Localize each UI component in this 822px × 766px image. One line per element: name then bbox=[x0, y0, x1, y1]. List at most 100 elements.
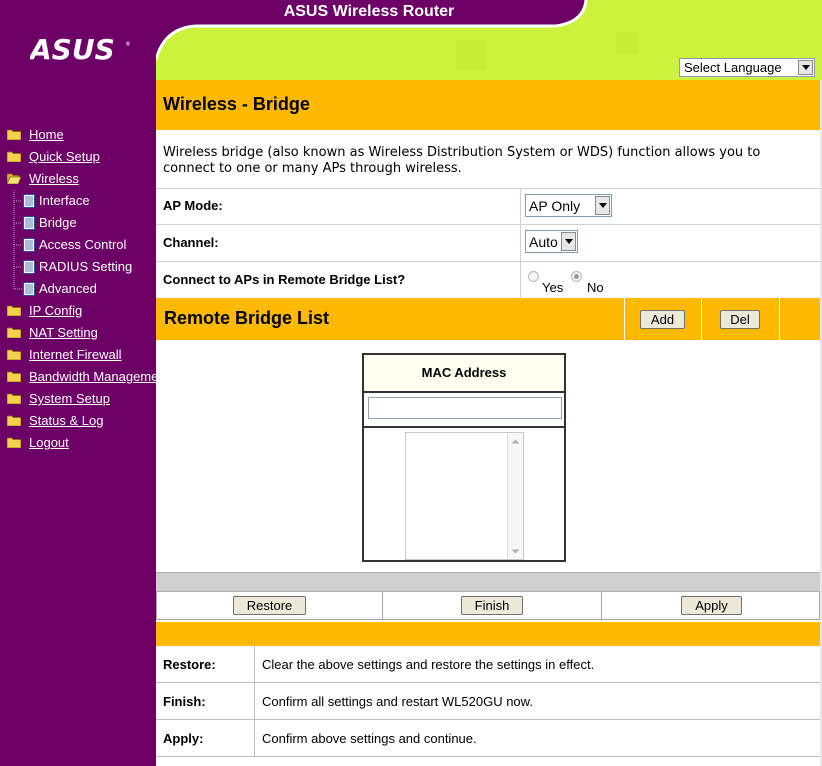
page-description: Wireless bridge (also known as Wireless … bbox=[156, 130, 820, 189]
sidebar-item-label[interactable]: Interface bbox=[39, 193, 90, 208]
chevron-down-icon[interactable] bbox=[595, 196, 610, 215]
page-icon bbox=[23, 282, 35, 296]
sidebar-item-logout[interactable]: Logout bbox=[0, 432, 156, 454]
apply-button[interactable]: Apply bbox=[681, 596, 742, 615]
sidebar-item-label[interactable]: Bandwidth Management bbox=[29, 369, 156, 384]
restore-button[interactable]: Restore bbox=[233, 596, 306, 615]
row-divider bbox=[520, 225, 521, 261]
nav-menu: Home Quick Setup Wireless Interface Brid… bbox=[0, 124, 156, 454]
sidebar-item-status-log[interactable]: Status & Log bbox=[0, 410, 156, 432]
folder-icon bbox=[7, 151, 21, 162]
sidebar-item-advanced[interactable]: Advanced bbox=[0, 278, 156, 300]
page-title-bar: Wireless - Bridge bbox=[156, 80, 820, 130]
table-divider bbox=[364, 426, 564, 428]
svg-text:®: ® bbox=[125, 41, 130, 48]
language-select-value: Select Language bbox=[684, 60, 782, 75]
folder-icon bbox=[7, 349, 21, 360]
help-text: Confirm above settings and continue. bbox=[262, 731, 477, 746]
mac-address-list[interactable] bbox=[405, 432, 524, 560]
sidebar-item-label[interactable]: IP Config bbox=[29, 303, 82, 318]
ap-mode-label: AP Mode: bbox=[163, 198, 223, 213]
folder-icon bbox=[7, 305, 21, 316]
chevron-down-icon[interactable] bbox=[561, 232, 576, 251]
sidebar-item-home[interactable]: Home bbox=[0, 124, 156, 146]
sidebar-item-system-setup[interactable]: System Setup bbox=[0, 388, 156, 410]
sidebar-item-label[interactable]: Quick Setup bbox=[29, 149, 100, 164]
add-button[interactable]: Add bbox=[640, 310, 685, 329]
sidebar-item-label[interactable]: System Setup bbox=[29, 391, 110, 406]
sidebar-item-quick-setup[interactable]: Quick Setup bbox=[0, 146, 156, 168]
ap-mode-value: AP Only bbox=[529, 198, 581, 214]
folder-icon bbox=[7, 437, 21, 448]
help-key: Apply: bbox=[163, 731, 204, 746]
sidebar-item-bandwidth-management[interactable]: Bandwidth Management bbox=[0, 366, 156, 388]
folder-icon bbox=[7, 415, 21, 426]
scrollbar[interactable] bbox=[507, 433, 523, 559]
radio-yes[interactable] bbox=[528, 271, 539, 282]
app-title: ASUS Wireless Router bbox=[283, 3, 455, 20]
folder-open-icon bbox=[7, 173, 21, 184]
finish-button[interactable]: Finish bbox=[461, 596, 523, 615]
radio-yes-label: Yes bbox=[542, 280, 564, 295]
channel-value: Auto bbox=[529, 234, 558, 250]
sidebar-item-access-control[interactable]: Access Control bbox=[0, 234, 156, 256]
help-text: Clear the above settings and restore the… bbox=[262, 657, 595, 672]
remote-bridge-list-title: Remote Bridge List bbox=[164, 308, 330, 328]
scroll-up-icon[interactable] bbox=[511, 438, 520, 444]
radio-no[interactable] bbox=[571, 271, 582, 282]
scroll-down-icon[interactable] bbox=[511, 549, 520, 555]
ap-mode-select[interactable]: AP Only bbox=[525, 194, 612, 217]
channel-select[interactable]: Auto bbox=[525, 230, 578, 253]
svg-text:ASUS: ASUS bbox=[30, 36, 115, 66]
sidebar-item-label[interactable]: Status & Log bbox=[29, 413, 103, 428]
sidebar-item-label[interactable]: NAT Setting bbox=[29, 325, 98, 340]
separator-bar bbox=[156, 572, 820, 592]
channel-row: Channel: Auto bbox=[156, 225, 820, 262]
language-select[interactable]: Select Language bbox=[679, 58, 815, 77]
mac-address-input[interactable] bbox=[368, 397, 562, 419]
sidebar: ASUS ® Home Quick Setup Wireless Interfa… bbox=[0, 0, 156, 766]
sidebar-item-nat-setting[interactable]: NAT Setting bbox=[0, 322, 156, 344]
page-icon bbox=[23, 260, 35, 274]
help-row-finish: Finish: Confirm all settings and restart… bbox=[156, 683, 820, 720]
page-title: Wireless - Bridge bbox=[163, 94, 310, 114]
connect-row: Connect to APs in Remote Bridge List? Ye… bbox=[156, 262, 820, 299]
page-icon bbox=[23, 194, 35, 208]
remote-bridge-list-bar: Remote Bridge List Add Del bbox=[156, 298, 820, 340]
sidebar-item-wireless[interactable]: Wireless bbox=[0, 168, 156, 190]
help-key: Restore: bbox=[163, 657, 216, 672]
radio-no-label: No bbox=[587, 280, 604, 295]
tree-line bbox=[13, 256, 22, 278]
sidebar-item-internet-firewall[interactable]: Internet Firewall bbox=[0, 344, 156, 366]
help-divider bbox=[254, 720, 255, 756]
sidebar-item-label[interactable]: Advanced bbox=[39, 281, 97, 296]
sidebar-item-label[interactable]: Internet Firewall bbox=[29, 347, 121, 362]
help-key: Finish: bbox=[163, 694, 206, 709]
help-bar bbox=[156, 622, 820, 646]
sidebar-item-label[interactable]: RADIUS Setting bbox=[39, 259, 132, 274]
channel-label: Channel: bbox=[163, 235, 219, 250]
folder-icon bbox=[7, 327, 21, 338]
folder-icon bbox=[7, 129, 21, 140]
action-buttons-row: Restore Finish Apply bbox=[156, 591, 821, 620]
sidebar-item-label[interactable]: Bridge bbox=[39, 215, 77, 230]
sidebar-item-label[interactable]: Home bbox=[29, 127, 64, 142]
help-row-restore: Restore: Clear the above settings and re… bbox=[156, 646, 820, 683]
tree-line bbox=[13, 278, 22, 290]
sidebar-item-label[interactable]: Wireless bbox=[29, 171, 79, 186]
sidebar-item-interface[interactable]: Interface bbox=[0, 190, 156, 212]
sidebar-item-label[interactable]: Access Control bbox=[39, 237, 126, 252]
del-button[interactable]: Del bbox=[720, 310, 760, 329]
page-icon bbox=[23, 238, 35, 252]
sidebar-item-bridge[interactable]: Bridge bbox=[0, 212, 156, 234]
help-text: Confirm all settings and restart WL520GU… bbox=[262, 694, 533, 709]
chevron-down-icon[interactable] bbox=[798, 60, 813, 75]
sidebar-item-radius-setting[interactable]: RADIUS Setting bbox=[0, 256, 156, 278]
sidebar-item-label[interactable]: Logout bbox=[29, 435, 69, 450]
sidebar-item-ip-config[interactable]: IP Config bbox=[0, 300, 156, 322]
tree-line bbox=[13, 234, 22, 256]
mac-address-header: MAC Address bbox=[364, 355, 564, 393]
description-text: Wireless bridge (also known as Wireless … bbox=[163, 145, 761, 176]
bar-divider bbox=[701, 298, 702, 340]
tree-line bbox=[13, 212, 22, 234]
